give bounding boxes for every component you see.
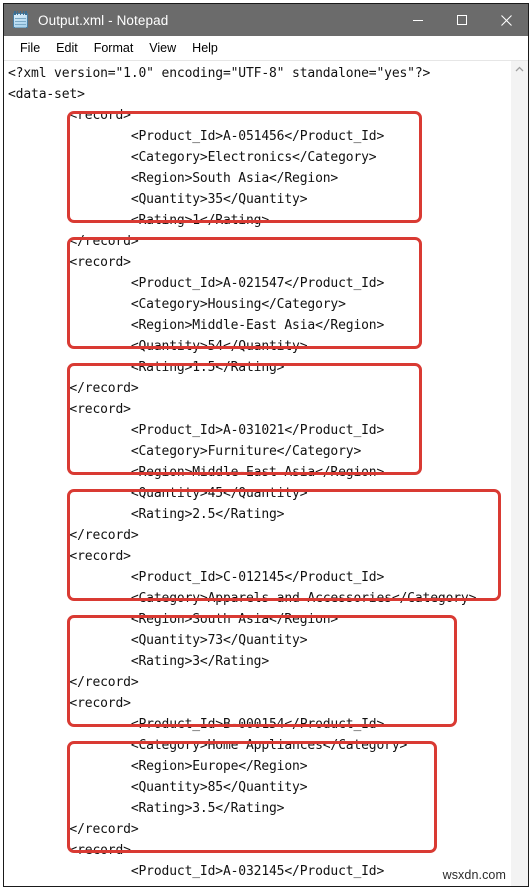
xml-content[interactable]: <?xml version="1.0" encoding="UTF-8" sta… (4, 61, 510, 886)
scroll-up-button[interactable] (511, 61, 528, 78)
menu-item-file[interactable]: File (12, 39, 48, 57)
window-controls (396, 4, 528, 36)
title-bar[interactable]: Output.xml - Notepad (4, 4, 528, 36)
menu-item-help[interactable]: Help (184, 39, 226, 57)
watermark: wsxdn.com (442, 868, 506, 882)
vertical-scrollbar[interactable] (510, 61, 528, 886)
minimize-button[interactable] (396, 4, 440, 36)
window-title: Output.xml - Notepad (38, 12, 169, 28)
maximize-button[interactable] (440, 4, 484, 36)
menu-item-view[interactable]: View (141, 39, 184, 57)
editor-area: <?xml version="1.0" encoding="UTF-8" sta… (4, 61, 528, 886)
menu-item-format[interactable]: Format (86, 39, 142, 57)
scroll-track[interactable] (511, 78, 528, 886)
notepad-icon (12, 11, 30, 29)
menu-bar: File Edit Format View Help (4, 36, 528, 61)
notepad-window: Output.xml - Notepad File Edit Format Vi… (3, 3, 529, 887)
close-button[interactable] (484, 4, 528, 36)
text-editor[interactable]: <?xml version="1.0" encoding="UTF-8" sta… (4, 61, 510, 886)
menu-item-edit[interactable]: Edit (48, 39, 86, 57)
